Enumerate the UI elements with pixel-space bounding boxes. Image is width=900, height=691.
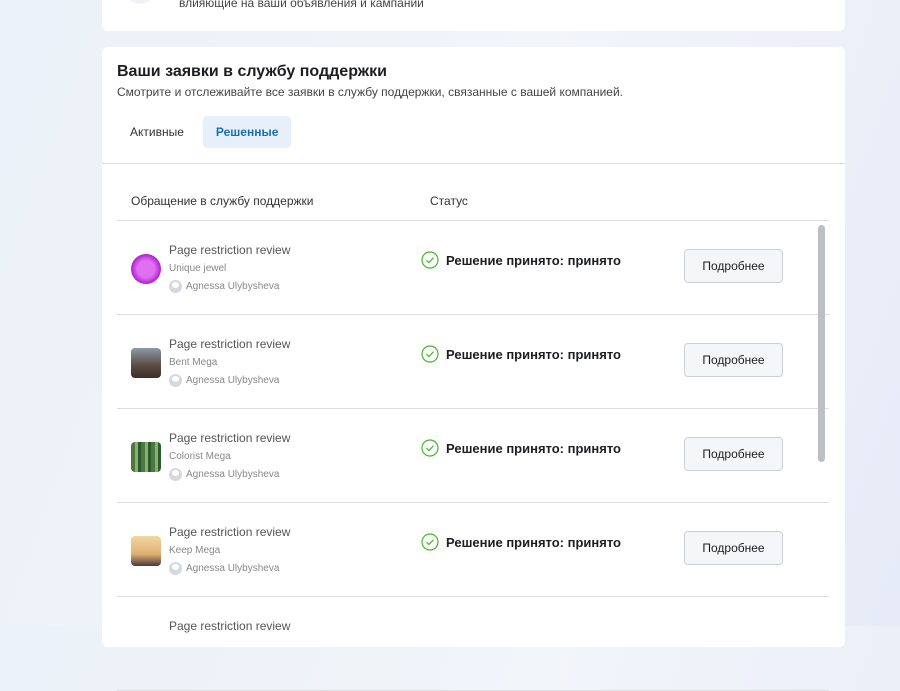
check-circle-icon bbox=[421, 345, 439, 363]
request-title: Page restriction review bbox=[169, 243, 291, 257]
table-header: Обращение в службу поддержки Статус bbox=[117, 164, 829, 221]
page-thumbnail bbox=[131, 254, 161, 284]
request-title: Page restriction review bbox=[169, 619, 291, 633]
request-title: Page restriction review bbox=[169, 431, 291, 445]
check-circle-icon bbox=[421, 439, 439, 457]
user: Agnessa Ulybysheva bbox=[169, 374, 279, 387]
check-circle-icon bbox=[421, 251, 439, 269]
column-header-status: Статус bbox=[430, 194, 468, 208]
table-row: Page restriction review Keep Mega Agnessa… bbox=[117, 503, 829, 597]
user-name: Agnessa Ulybysheva bbox=[186, 563, 280, 574]
status-text: Решение принято: принято bbox=[446, 346, 621, 362]
page-subtitle: Смотрите и отслеживайте все заявки в слу… bbox=[117, 85, 623, 99]
tab-active[interactable]: Активные bbox=[117, 116, 197, 148]
page-name: Colorist Mega bbox=[169, 451, 231, 462]
scrollbar[interactable] bbox=[818, 225, 825, 462]
page-name: Unique jewel bbox=[169, 263, 227, 274]
support-requests-card: Ваши заявки в службу поддержки Смотрите … bbox=[102, 47, 845, 691]
user-icon bbox=[169, 468, 182, 481]
top-card: влияющие на ваши объявления и кампании bbox=[102, 0, 845, 31]
status: Решение принято: принято bbox=[421, 533, 621, 551]
status-text: Решение принято: принято bbox=[446, 534, 621, 550]
page-title: Ваши заявки в службу поддержки bbox=[117, 63, 387, 80]
table-row: Page restriction review Unique jewel Agne… bbox=[117, 221, 829, 315]
page-thumbnail bbox=[131, 442, 161, 472]
user-icon bbox=[169, 280, 182, 293]
status: Решение принято: принято bbox=[421, 345, 621, 363]
details-button[interactable]: Подробнее bbox=[684, 437, 783, 471]
user-name: Agnessa Ulybysheva bbox=[186, 469, 280, 480]
details-button[interactable]: Подробнее bbox=[684, 249, 783, 283]
tabs: Активные Решенные bbox=[117, 116, 292, 148]
request-title: Page restriction review bbox=[169, 525, 291, 539]
page-name: Keep Mega bbox=[169, 545, 221, 556]
page-thumbnail bbox=[131, 348, 161, 378]
user: Agnessa Ulybysheva bbox=[169, 562, 279, 575]
user-name: Agnessa Ulybysheva bbox=[186, 281, 280, 292]
status: Решение принято: принято bbox=[421, 439, 621, 457]
user-icon bbox=[169, 374, 182, 387]
user-icon bbox=[169, 562, 182, 575]
status-text: Решение принято: принято bbox=[446, 440, 621, 456]
user: Agnessa Ulybysheva bbox=[169, 468, 279, 481]
top-card-text: влияющие на ваши объявления и кампании bbox=[179, 0, 424, 10]
page-thumbnail bbox=[131, 536, 161, 566]
table-body: Page restriction review Unique jewel Agne… bbox=[117, 221, 829, 691]
table-row: Page restriction review Colorist Mega Agn… bbox=[117, 409, 829, 503]
details-button[interactable]: Подробнее bbox=[684, 343, 783, 377]
tab-resolved[interactable]: Решенные bbox=[202, 116, 292, 148]
avatar bbox=[124, 0, 156, 4]
user: Agnessa Ulybysheva bbox=[169, 280, 279, 293]
request-title: Page restriction review bbox=[169, 337, 291, 351]
column-header-request: Обращение в службу поддержки bbox=[131, 194, 314, 208]
table-row: Page restriction review bbox=[117, 597, 829, 691]
status: Решение принято: принято bbox=[421, 251, 621, 269]
user-name: Agnessa Ulybysheva bbox=[186, 375, 280, 386]
details-button[interactable]: Подробнее bbox=[684, 531, 783, 565]
status-text: Решение принято: принято bbox=[446, 252, 621, 268]
page-name: Bent Mega bbox=[169, 357, 218, 368]
check-circle-icon bbox=[421, 533, 439, 551]
table-row: Page restriction review Bent Mega Agnessa… bbox=[117, 315, 829, 409]
